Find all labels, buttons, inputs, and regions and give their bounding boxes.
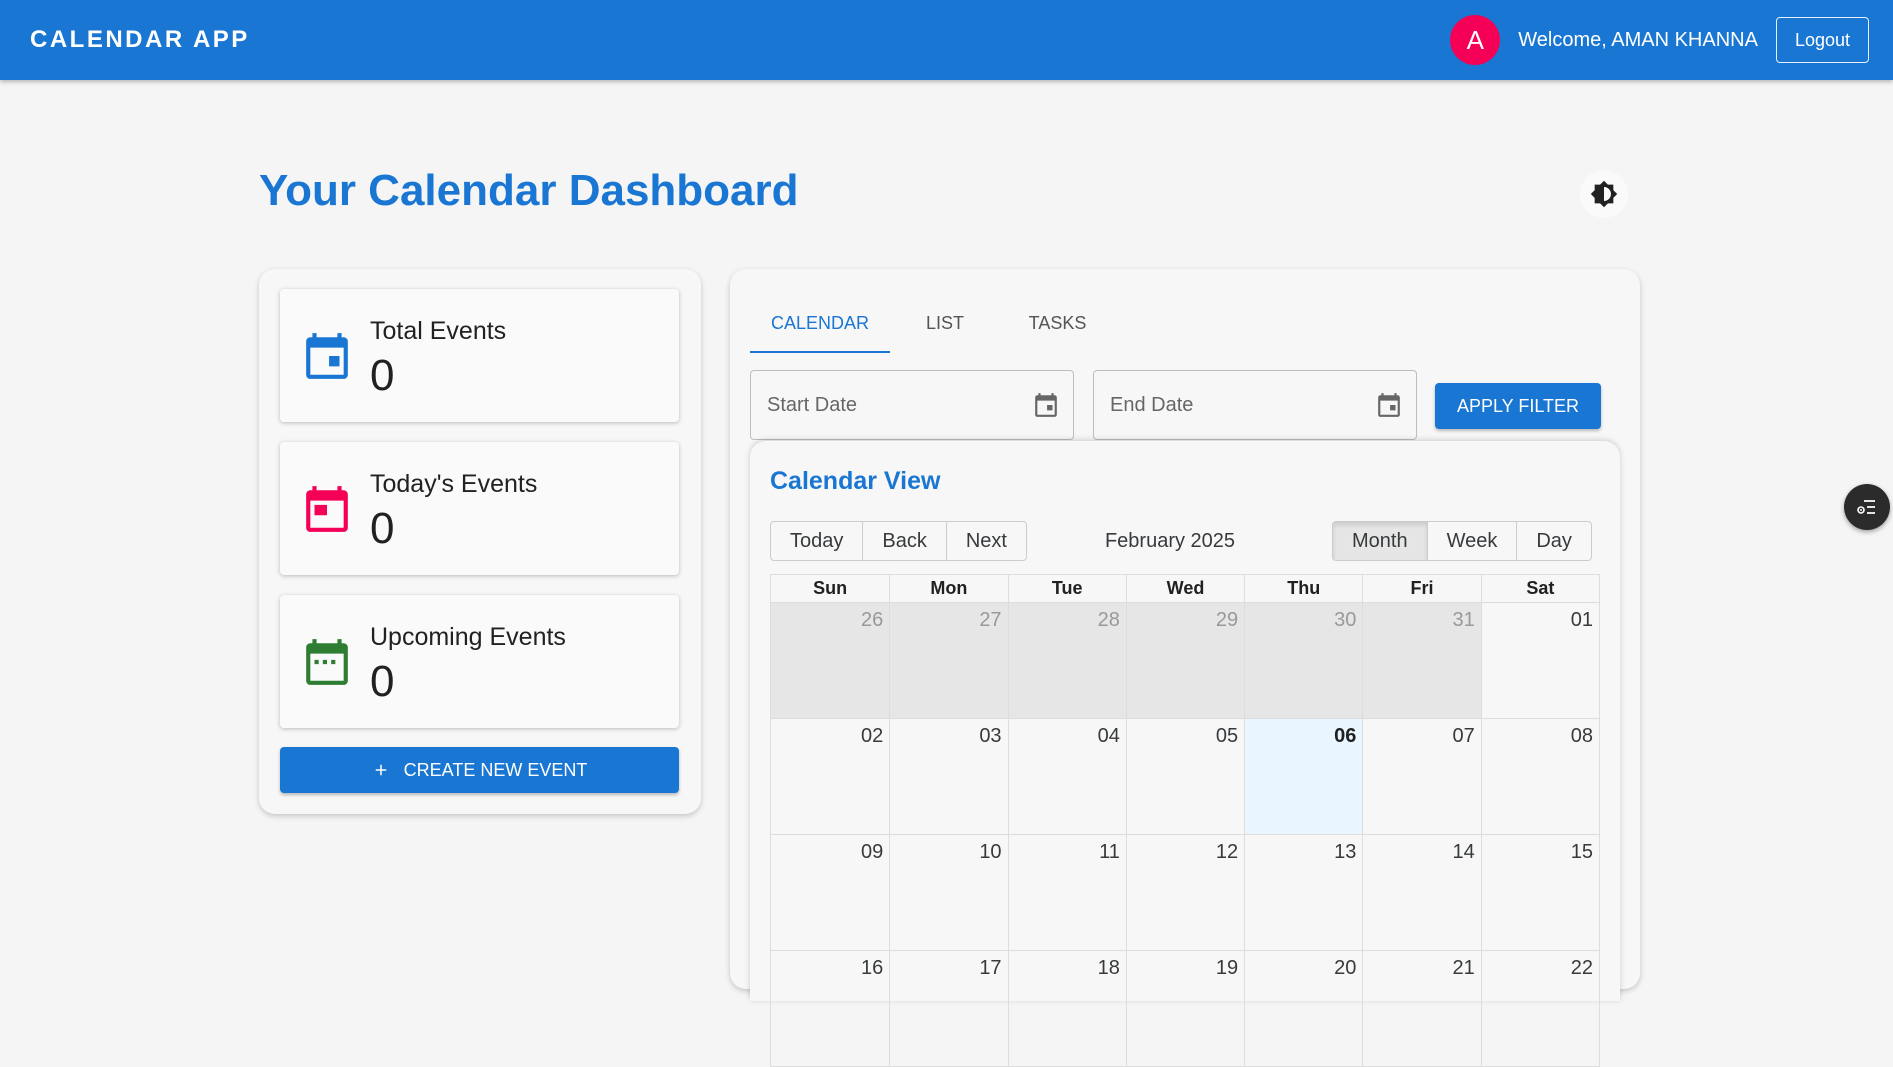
end-date-field[interactable] <box>1093 370 1417 440</box>
brightness-icon <box>1590 180 1618 208</box>
week-view-button[interactable]: Week <box>1428 522 1518 560</box>
app-bar: CALENDAR APP A Welcome, AMAN KHANNA Logo… <box>0 0 1893 80</box>
day-cell[interactable]: 09 <box>771 835 889 950</box>
avatar[interactable]: A <box>1450 15 1501 65</box>
day-cell[interactable]: 05 <box>1125 719 1244 834</box>
day-cell[interactable]: 15 <box>1480 835 1599 950</box>
day-view-button[interactable]: Day <box>1517 522 1591 560</box>
day-cell[interactable]: 29 <box>1125 603 1245 718</box>
view-tabs: CALENDAR LIST TASKS <box>750 296 1115 353</box>
week-row: 02 03 04 05 06 07 08 <box>771 719 1599 835</box>
day-cell[interactable]: 02 <box>771 719 889 834</box>
day-cell[interactable]: 10 <box>889 835 1007 950</box>
month-view-button[interactable]: Month <box>1333 522 1428 560</box>
week-row: 09 10 11 12 13 14 15 <box>771 835 1599 951</box>
start-date-field[interactable] <box>750 370 1074 440</box>
day-cell[interactable]: 26 <box>771 603 890 718</box>
day-cell[interactable]: 28 <box>1007 603 1126 718</box>
calendar-event-icon <box>306 486 348 532</box>
week-row: 16 17 18 19 20 21 22 <box>771 951 1599 1067</box>
day-cell[interactable]: 27 <box>889 603 1008 718</box>
day-cell[interactable]: 19 <box>1125 951 1244 1066</box>
stat-card-upcoming: Upcoming Events 0 <box>280 595 679 728</box>
calendar-picker-icon[interactable] <box>1376 392 1402 418</box>
day-cell[interactable]: 31 <box>1362 603 1481 718</box>
day-cell[interactable]: 17 <box>889 951 1007 1066</box>
week-row: 26 27 28 29 30 31 01 <box>771 603 1599 719</box>
app-title: CALENDAR APP <box>30 26 250 53</box>
stats-panel: Total Events 0 Today's Events 0 Upcoming… <box>259 269 701 814</box>
weekday-label: Sun <box>813 578 848 598</box>
next-button[interactable]: Next <box>947 522 1026 560</box>
stat-label: Upcoming Events <box>370 623 566 651</box>
today-button[interactable]: Today <box>771 522 864 560</box>
user-area: A Welcome, AMAN KHANNA Logout <box>1450 15 1869 65</box>
tab-calendar[interactable]: CALENDAR <box>750 296 890 353</box>
day-cell[interactable]: 30 <box>1244 603 1363 718</box>
month-grid: Sun Mon Tue Wed Thu Fri Sat 26 27 28 29 … <box>770 574 1600 1067</box>
plus-icon <box>375 764 386 776</box>
stat-card-today: Today's Events 0 <box>280 442 679 575</box>
calendar-nav-group: Today Back Next <box>770 521 1027 561</box>
stat-label: Today's Events <box>370 470 538 498</box>
stat-value: 0 <box>370 351 395 400</box>
day-cell[interactable]: 04 <box>1007 719 1126 834</box>
calendar-view-group: Month Week Day <box>1332 521 1592 561</box>
day-cell[interactable]: 03 <box>889 719 1007 834</box>
day-cell[interactable]: 21 <box>1362 951 1480 1066</box>
day-cell[interactable]: 01 <box>1480 603 1599 718</box>
calendar-title: Calendar View <box>770 467 941 495</box>
day-cell[interactable]: 13 <box>1244 835 1362 950</box>
back-button[interactable]: Back <box>863 522 947 560</box>
tab-tasks[interactable]: TASKS <box>1000 296 1115 350</box>
list-settings-icon <box>1857 500 1875 514</box>
stat-value: 0 <box>370 657 395 706</box>
day-cell[interactable]: 22 <box>1480 951 1599 1066</box>
day-cell[interactable]: 12 <box>1125 835 1244 950</box>
create-event-button[interactable]: CREATE NEW EVENT <box>280 747 679 793</box>
calendar-card: Calendar View Today Back Next February 2… <box>750 441 1620 1067</box>
page-title: Your Calendar Dashboard <box>259 166 799 215</box>
stat-value: 0 <box>370 504 395 553</box>
create-event-label: CREATE NEW EVENT <box>403 759 588 780</box>
weekday-label: Sat <box>1480 575 1599 602</box>
calendar-picker-icon[interactable] <box>1033 392 1059 418</box>
weekday-label: Wed <box>1125 575 1244 602</box>
stat-card-total: Total Events 0 <box>280 289 679 422</box>
weekday-label: Tue <box>1007 575 1126 602</box>
calendar-period-label: February 2025 <box>1104 529 1236 552</box>
tab-list[interactable]: LIST <box>890 296 1000 350</box>
day-cell[interactable]: 11 <box>1007 835 1126 950</box>
day-cell[interactable]: 20 <box>1244 951 1362 1066</box>
weekday-label: Mon <box>889 575 1007 602</box>
day-cell[interactable]: 14 <box>1362 835 1480 950</box>
weekday-label: Thu <box>1244 575 1362 602</box>
day-cell[interactable]: 07 <box>1362 719 1480 834</box>
logout-button[interactable]: Logout <box>1775 17 1869 63</box>
day-cell[interactable]: 08 <box>1480 719 1599 834</box>
day-cell[interactable]: 18 <box>1007 951 1126 1066</box>
weekday-header: Sun Mon Tue Wed Thu Fri Sat <box>771 575 1599 603</box>
start-date-input[interactable] <box>767 393 1007 417</box>
weekday-label: Fri <box>1362 575 1480 602</box>
day-cell[interactable]: 16 <box>771 951 889 1066</box>
apply-filter-button[interactable]: APPLY FILTER <box>1435 383 1601 429</box>
day-cell-today[interactable]: 06 <box>1244 719 1363 834</box>
calendar-panel: CALENDAR LIST TASKS APPLY FILTER Calenda… <box>730 269 1640 1067</box>
end-date-input[interactable] <box>1110 393 1350 417</box>
floating-tools-button[interactable] <box>1844 484 1890 530</box>
welcome-text: Welcome, AMAN KHANNA <box>1518 28 1758 51</box>
stat-label: Total Events <box>370 317 507 345</box>
theme-toggle-button[interactable] <box>1580 170 1628 218</box>
calendar-month-icon <box>306 639 348 685</box>
calendar-today-icon <box>306 333 348 379</box>
